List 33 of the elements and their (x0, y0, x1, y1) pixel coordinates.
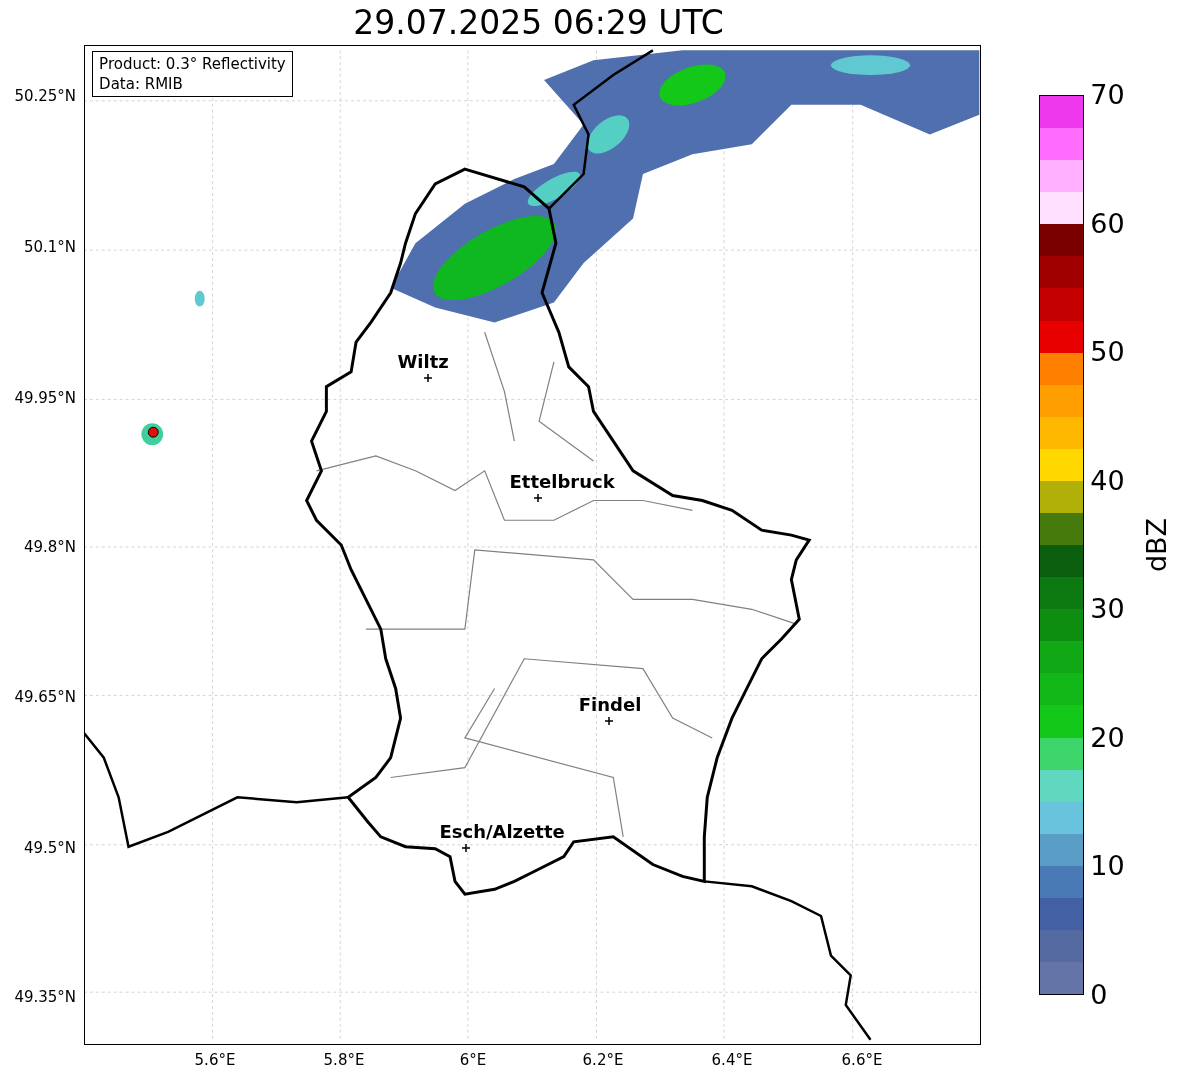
latitude-label: 50.25°N (14, 87, 77, 105)
longitude-label: 6.4°E (711, 1051, 753, 1069)
colorbar-tick-label: 30 (1090, 594, 1125, 625)
latitude-label: 49.35°N (14, 988, 77, 1006)
colorbar-tick-label: 20 (1090, 722, 1125, 753)
city-label: Findel (578, 695, 642, 715)
city-label: Wiltz (397, 352, 449, 372)
chart-title: 29.07.2025 06:29 UTC (353, 2, 724, 43)
longitude-label: 5.8°E (323, 1051, 365, 1069)
city-marker-icon (534, 494, 543, 502)
longitude-label: 5.6°E (194, 1051, 236, 1069)
info-text: Data: RMIB (99, 74, 184, 94)
city-marker-icon (605, 717, 614, 725)
colorbar-tick-label: 60 (1090, 208, 1125, 239)
longitude-label: 6°E (459, 1051, 487, 1069)
colorbar-label: dBZ (1141, 517, 1172, 573)
longitude-label: 6.2°E (582, 1051, 624, 1069)
latitude-label: 49.95°N (14, 389, 77, 407)
city-label: Esch/Alzette (439, 822, 565, 842)
longitude-label: 6.6°E (841, 1051, 883, 1069)
colorbar-tick-label: 50 (1090, 337, 1125, 368)
city-label: Ettelbruck (509, 472, 615, 492)
latitude-label: 49.65°N (14, 688, 77, 706)
info-text: Product: 0.3° Reflectivity (99, 54, 286, 74)
latitude-label: 50.1°N (23, 238, 77, 256)
city-marker-icon (424, 374, 433, 382)
colorbar-tick-label: 0 (1090, 980, 1108, 1010)
city-marker-icon (462, 844, 471, 852)
colorbar-tick-label: 40 (1090, 465, 1125, 496)
colorbar-tick-label: 10 (1090, 851, 1125, 882)
colorbar-tick-label: 70 (1090, 80, 1125, 110)
latitude-label: 49.8°N (23, 538, 77, 556)
latitude-label: 49.5°N (23, 839, 77, 857)
